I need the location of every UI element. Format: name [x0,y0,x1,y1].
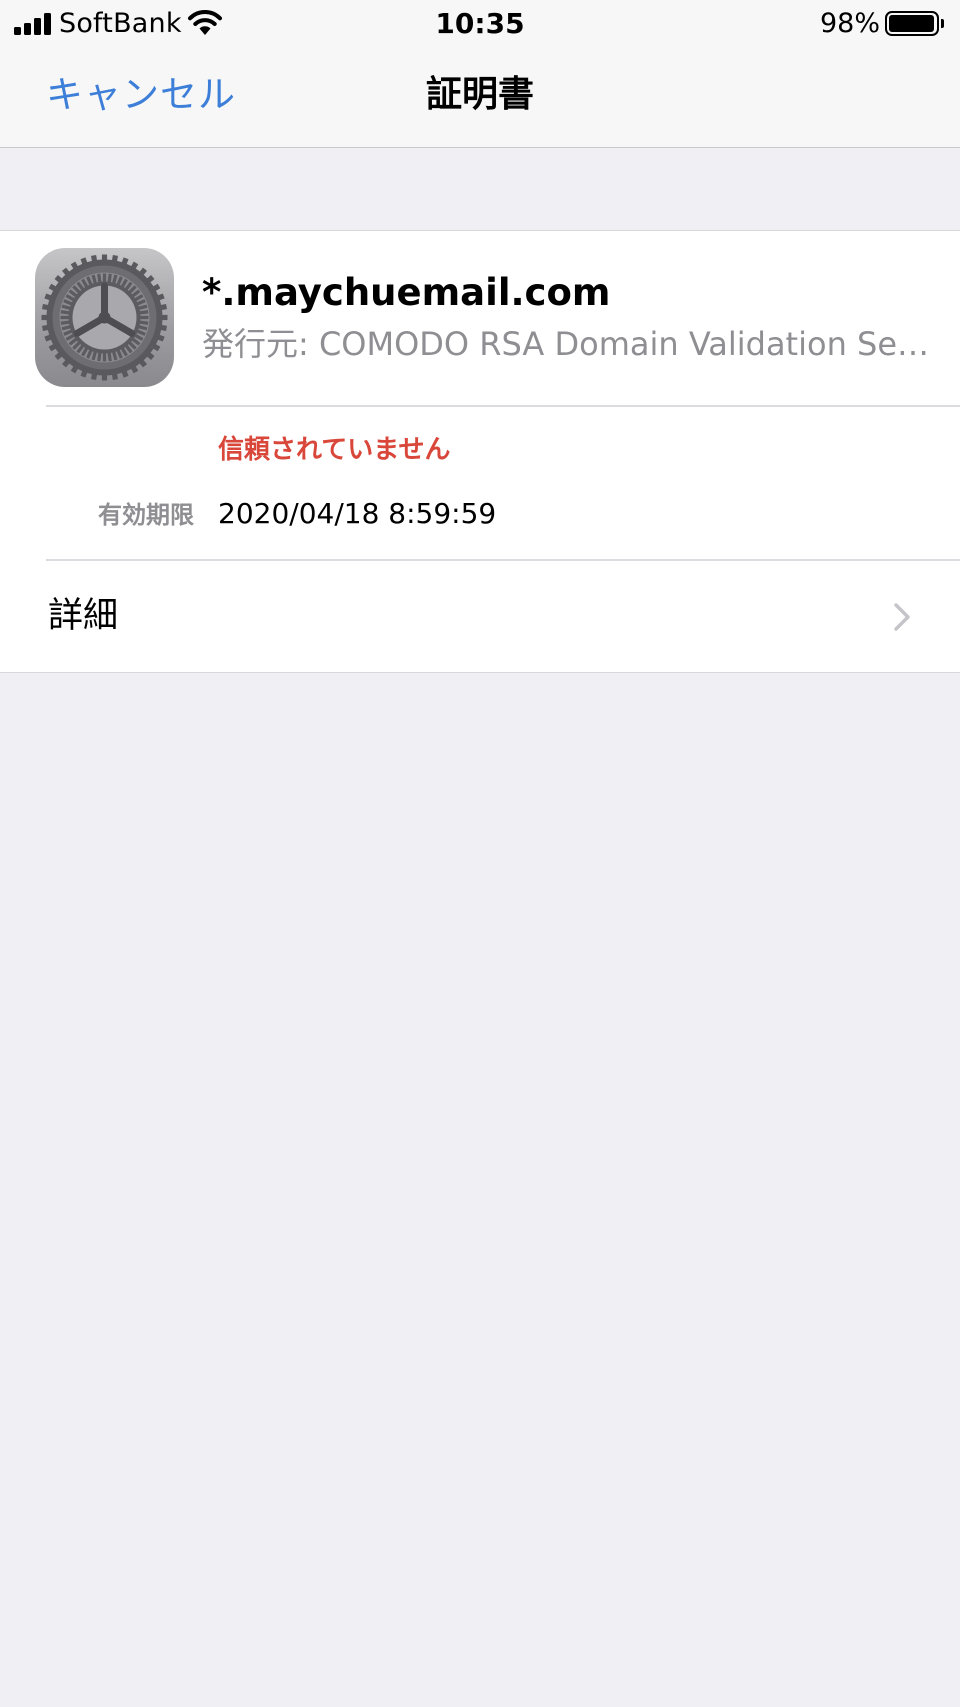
page-title: 証明書 [425,74,534,115]
details-label: 詳細 [48,596,119,636]
expires-value: 2020/04/18 8:59:59 [218,497,497,530]
certificate-name: *.maychuemail.com [202,271,611,314]
settings-gear-icon [35,248,174,387]
battery-icon [885,11,945,36]
battery-percent: 98% [819,8,880,39]
status-time: 10:35 [435,7,525,40]
trust-status: 信頼されていません [218,435,451,465]
divider [46,405,960,407]
expires-label: 有効期限 [98,501,194,529]
navigation-bar: キャンセル 証明書 [0,48,960,148]
details-row[interactable]: 詳細 [0,561,960,672]
status-bar: SoftBank 10:35 98% [0,0,960,48]
certificate-issuer: 発行元: COMODO RSA Domain Validation Se… [202,325,930,363]
chevron-right-icon [894,603,910,631]
certificate-card: *.maychuemail.com 発行元: COMODO RSA Domain… [0,230,960,673]
